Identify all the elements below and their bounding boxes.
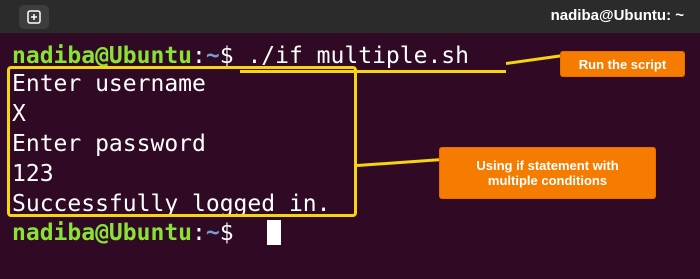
prompt-path: ~	[205, 220, 220, 246]
prompt-symbol: $	[219, 220, 234, 246]
new-tab-icon	[27, 10, 41, 24]
window-title: nadiba@Ubuntu: ~	[550, 7, 684, 24]
terminal-cursor	[267, 220, 281, 245]
prompt-line: nadiba@Ubuntu:~$	[12, 218, 234, 248]
condition-label: Using if statement with multiple conditi…	[440, 148, 655, 198]
title-bar: nadiba@Ubuntu: ~	[0, 0, 700, 33]
run-script-label: Run the script	[561, 52, 684, 76]
output-highlight-box	[7, 66, 357, 217]
condition-label-line: Using if statement with	[476, 158, 619, 173]
prompt-separator: :	[192, 220, 206, 246]
condition-label-line: multiple conditions	[487, 173, 608, 188]
prompt-user: nadiba@Ubuntu	[12, 220, 193, 246]
new-tab-button[interactable]	[19, 5, 49, 29]
